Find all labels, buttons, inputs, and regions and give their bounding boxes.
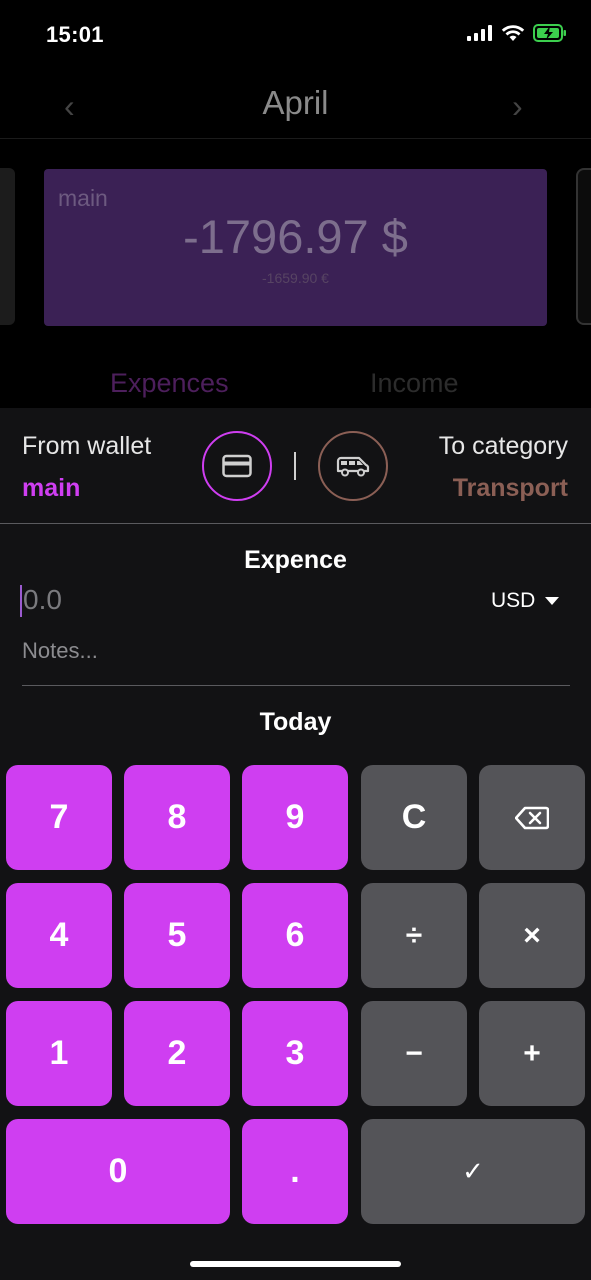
- tab-income[interactable]: Income: [370, 368, 459, 399]
- header-divider: [0, 138, 591, 139]
- from-wallet-value[interactable]: main: [22, 474, 80, 503]
- notes-input[interactable]: Notes...: [22, 638, 98, 664]
- home-indicator: [190, 1261, 401, 1267]
- van-icon: [336, 456, 370, 477]
- wallet-card[interactable]: main -1796.97 $ -1659.90 €: [44, 169, 547, 326]
- wallet-card-name: main: [58, 185, 108, 211]
- sheet-divider: [0, 523, 591, 524]
- key-6[interactable]: 6: [242, 883, 348, 988]
- next-month-chevron-icon[interactable]: ›: [512, 88, 523, 125]
- status-icons: [467, 24, 567, 42]
- wallet-category-divider: [294, 452, 296, 480]
- tab-expenses[interactable]: Expences: [110, 368, 229, 399]
- next-wallet-card[interactable]: [576, 168, 591, 325]
- status-time: 15:01: [46, 22, 104, 47]
- date-selector[interactable]: Today: [0, 708, 591, 737]
- key-multiply[interactable]: ×: [479, 883, 585, 988]
- from-wallet-label: From wallet: [22, 432, 152, 460]
- key-3[interactable]: 3: [242, 1001, 348, 1106]
- key-plus[interactable]: +: [479, 1001, 585, 1106]
- key-4[interactable]: 4: [6, 883, 112, 988]
- text-cursor: [20, 585, 22, 617]
- caret-down-icon: [545, 597, 560, 605]
- to-category-label: To category: [438, 432, 568, 460]
- month-title: April: [262, 84, 329, 121]
- signal-icon: [467, 25, 492, 41]
- previous-wallet-card[interactable]: [0, 168, 15, 325]
- wallet-select-button[interactable]: [202, 431, 272, 501]
- to-category-value[interactable]: Transport: [453, 474, 568, 503]
- wifi-icon: [501, 25, 525, 41]
- currency-value: USD: [491, 589, 536, 612]
- key-minus[interactable]: −: [361, 1001, 467, 1106]
- credit-card-icon: [222, 454, 252, 478]
- key-confirm[interactable]: ✓: [361, 1119, 585, 1224]
- wallet-card-balance: -1796.97 $: [183, 210, 408, 263]
- wallet-card-converted-balance: -1659.90 €: [262, 270, 329, 286]
- key-0[interactable]: 0: [6, 1119, 230, 1224]
- backspace-icon: [515, 806, 549, 829]
- key-5[interactable]: 5: [124, 883, 230, 988]
- key-8[interactable]: 8: [124, 765, 230, 870]
- key-1[interactable]: 1: [6, 1001, 112, 1106]
- key-clear[interactable]: C: [361, 765, 467, 870]
- battery-charging-icon: [533, 24, 566, 42]
- key-7[interactable]: 7: [6, 765, 112, 870]
- entry-title: Expence: [244, 546, 347, 574]
- notes-underline: [22, 685, 570, 686]
- currency-dropdown[interactable]: USD: [491, 589, 560, 613]
- key-decimal[interactable]: .: [242, 1119, 348, 1224]
- key-2[interactable]: 2: [124, 1001, 230, 1106]
- key-9[interactable]: 9: [242, 765, 348, 870]
- key-divide[interactable]: ÷: [361, 883, 467, 988]
- category-select-button[interactable]: [318, 431, 388, 501]
- amount-input[interactable]: 0.0: [23, 584, 62, 616]
- key-backspace[interactable]: [479, 765, 585, 870]
